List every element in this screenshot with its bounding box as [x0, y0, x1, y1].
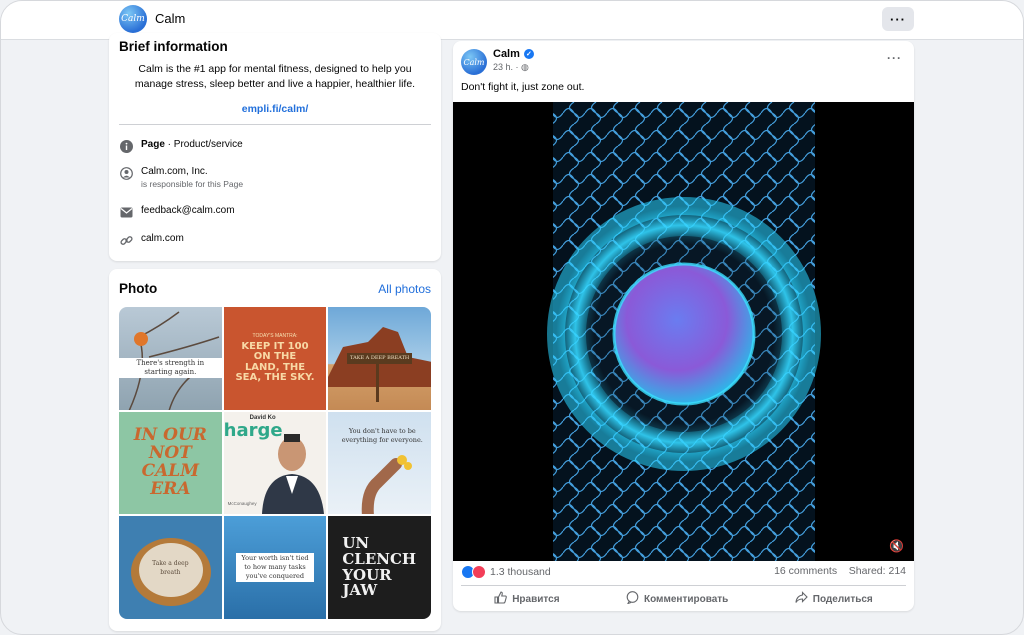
- category-bold: Page: [141, 139, 165, 150]
- photo-tile[interactable]: UN CLENCH YOUR JAW: [328, 516, 431, 619]
- engagement-counts: 16 comments Shared: 214: [774, 565, 906, 577]
- post-time-text: 23 h. ·: [493, 62, 522, 72]
- reactions-summary[interactable]: 1.3 thousand: [461, 565, 551, 579]
- like-label: Нравится: [512, 593, 560, 605]
- owner-subtext: is responsible for this Page: [141, 179, 244, 189]
- browser-frame: Calm Calm ··· Brief information Calm is …: [0, 0, 1024, 635]
- photo-headline: KEEP IT 100 ON THE LAND, THE SEA, THE SK…: [235, 340, 315, 384]
- photo-tile[interactable]: There's strength in starting again.: [119, 307, 222, 410]
- verified-badge-icon: ✓: [523, 49, 534, 59]
- post-author-name: Calm: [493, 48, 520, 60]
- person-icon: [119, 166, 133, 180]
- share-button[interactable]: Поделиться: [795, 591, 873, 607]
- photo-tile[interactable]: You don't have to be everything for ever…: [328, 411, 431, 515]
- info-heading: Brief information: [119, 39, 228, 54]
- photo-small-text: McConaughey: [227, 501, 257, 507]
- more-options-button[interactable]: ···: [882, 7, 914, 31]
- reactions-count: 1.3 thousand: [490, 566, 551, 578]
- category-text: · Product/service: [164, 139, 243, 150]
- post-avatar[interactable]: Calm: [461, 49, 487, 75]
- page-title[interactable]: Calm: [155, 11, 185, 26]
- info-row-website[interactable]: calm.com: [119, 233, 184, 247]
- comment-icon: [626, 591, 639, 607]
- comments-count[interactable]: 16 comments: [774, 565, 837, 577]
- globe-icon: ◍: [521, 62, 529, 72]
- calm-logo[interactable]: Calm: [119, 5, 147, 33]
- post-author[interactable]: Calm ✓: [493, 48, 534, 60]
- comment-label: Комментировать: [643, 593, 729, 605]
- photo-caption: There's strength in starting again.: [119, 358, 222, 379]
- owner-name: Calm.com, Inc.: [141, 166, 208, 177]
- info-row-email[interactable]: feedback@calm.com: [119, 205, 235, 219]
- thumbs-up-icon: [494, 591, 508, 607]
- post-more-icon[interactable]: ···: [887, 51, 902, 65]
- post-actions: Нравится Комментировать Поделиться: [461, 585, 906, 612]
- page-description: Calm is the #1 app for mental fitness, d…: [134, 63, 416, 90]
- photo-tile[interactable]: TAKE A DEEP BREATH: [328, 307, 431, 410]
- brief-information-card: Brief information Calm is the #1 app for…: [109, 33, 441, 261]
- mail-icon: [119, 205, 133, 219]
- share-label: Поделиться: [812, 593, 873, 605]
- photos-heading: Photo: [119, 281, 158, 296]
- photo-tile[interactable]: Your worth isn't tied to how many tasks …: [223, 516, 327, 619]
- photo-tile[interactable]: TODAY'S MANTRA: KEEP IT 100 ON THE LAND,…: [223, 307, 327, 410]
- post-video[interactable]: 🔇: [453, 102, 914, 561]
- photo-headline-2: CALM ERA: [141, 460, 200, 499]
- photos-card: Photo All photos There's strength in sta…: [109, 269, 441, 631]
- photo-tile[interactable]: David Ko harge McConaughey: [223, 411, 327, 515]
- info-icon: [119, 139, 133, 153]
- link-icon: [119, 233, 133, 247]
- comment-button[interactable]: Комментировать: [626, 591, 728, 607]
- photo-tile[interactable]: Take a deep breath: [119, 516, 222, 619]
- post-text: Don't fight it, just zone out.: [461, 81, 585, 93]
- like-button[interactable]: Нравится: [494, 591, 560, 607]
- all-photos-link[interactable]: All photos: [378, 282, 431, 296]
- photo-caption: TAKE A DEEP BREATH: [347, 352, 413, 364]
- divider: [119, 124, 431, 125]
- photo-subtitle: TODAY'S MANTRA:: [252, 332, 298, 339]
- info-row-owner: Calm.com, Inc. is responsible for this P…: [119, 166, 243, 189]
- post-card: Calm Calm ✓ 23 h. · ◍ ··· Don't fight it…: [453, 41, 914, 611]
- photo-headline: IN OUR NOT: [133, 425, 207, 464]
- video-frame: [547, 102, 821, 561]
- photo-caption: You don't have to be everything for ever…: [341, 426, 423, 444]
- photo-caption: Take a deep breath: [152, 559, 189, 576]
- photo-caption: Your worth isn't tied to how many tasks …: [235, 553, 314, 583]
- photo-headline-4: JAW: [342, 581, 378, 600]
- shares-count[interactable]: Shared: 214: [849, 565, 906, 577]
- muted-speaker-icon[interactable]: 🔇: [889, 539, 904, 553]
- email-text: feedback@calm.com: [141, 205, 235, 216]
- post-timestamp[interactable]: 23 h. · ◍: [493, 62, 529, 73]
- share-icon: [795, 591, 808, 607]
- post-stats: 1.3 thousand 16 comments Shared: 214: [461, 565, 906, 582]
- more-horizontal-icon: ···: [890, 11, 906, 27]
- info-row-category: Page · Product/service: [119, 139, 243, 153]
- love-reaction-icon: [472, 565, 486, 579]
- website-text: calm.com: [141, 233, 184, 244]
- bio-link[interactable]: empli.fi/calm/: [109, 103, 441, 115]
- photo-grid: There's strength in starting again. TODA…: [119, 307, 431, 619]
- photo-tile[interactable]: IN OUR NOT CALM ERA: [119, 411, 222, 515]
